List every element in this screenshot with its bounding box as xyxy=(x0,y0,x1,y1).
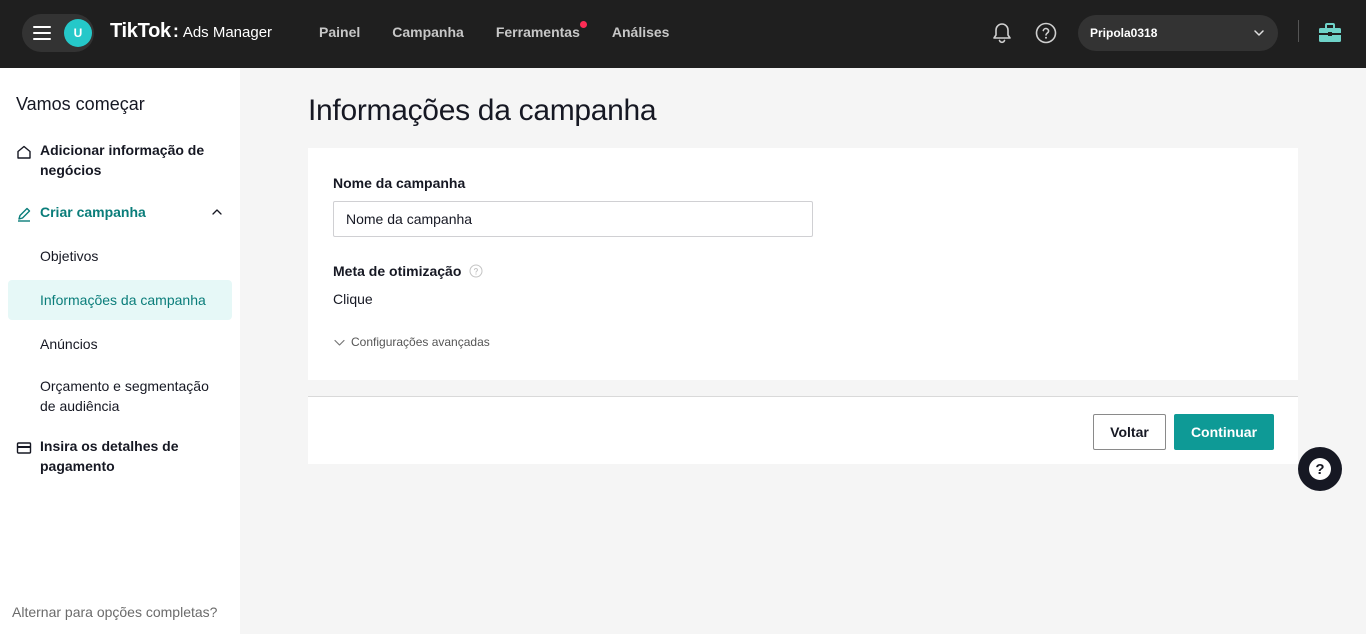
bell-icon[interactable] xyxy=(990,21,1014,45)
sidebar-step-business-info[interactable]: Adicionar informação de negócios xyxy=(16,140,226,180)
floating-help-button[interactable]: ? xyxy=(1298,447,1342,491)
divider xyxy=(1298,20,1299,42)
notification-dot xyxy=(579,21,587,28)
optimization-goal-label: Meta de otimização xyxy=(333,263,462,279)
main-nav: Painel Campanha Ferramentas Análises xyxy=(319,21,701,40)
campaign-info-card: Nome da campanha Meta de otimização Cliq… xyxy=(308,148,1298,380)
pencil-icon xyxy=(18,207,31,222)
card-icon xyxy=(16,442,32,454)
sidebar-step-label: Criar campanha xyxy=(40,204,146,220)
campaign-name-input[interactable] xyxy=(333,201,813,237)
sidebar-step-create-campaign[interactable]: Criar campanha xyxy=(16,202,226,222)
action-footer: Voltar Continuar xyxy=(308,396,1298,464)
page-title: Informações da campanha xyxy=(308,94,657,127)
sidebar-title: Vamos começar xyxy=(16,94,145,114)
chevron-down-icon xyxy=(334,339,345,346)
brand-product: Ads Manager xyxy=(182,24,273,41)
menu-icon[interactable] xyxy=(33,26,51,40)
brand-logo[interactable]: TikTok : Ads Manager xyxy=(110,20,272,43)
switch-full-options-link[interactable]: Alternar para opções completas? xyxy=(12,604,217,620)
nav-item-analises[interactable]: Análises xyxy=(612,24,670,40)
optimization-goal-value: Clique xyxy=(333,291,373,307)
chevron-up-icon[interactable] xyxy=(210,205,224,219)
brand-name: TikTok xyxy=(110,20,171,42)
chevron-down-icon xyxy=(1254,30,1264,36)
sidebar-substep-objectives[interactable]: Objetivos xyxy=(40,246,225,266)
sidebar-substep-ads[interactable]: Anúncios xyxy=(40,334,225,354)
sidebar-step-label: Insira os detalhes de pagamento xyxy=(40,438,179,474)
sidebar-step-payment[interactable]: Insira os detalhes de pagamento xyxy=(16,436,226,476)
sidebar: Vamos começar Adicionar informação de ne… xyxy=(0,68,240,634)
question-mark-icon[interactable] xyxy=(469,264,483,278)
advanced-settings-toggle[interactable]: Configurações avançadas xyxy=(333,335,490,349)
sidebar-substep-campaign-info[interactable]: Informações da campanha xyxy=(40,290,225,310)
nav-item-ferramentas[interactable]: Ferramentas xyxy=(495,21,587,40)
nav-item-ferramentas-label: Ferramentas xyxy=(495,24,580,40)
avatar[interactable]: U xyxy=(64,19,92,47)
nav-item-campanha[interactable]: Campanha xyxy=(392,24,464,40)
help-circle-icon[interactable] xyxy=(1034,21,1058,45)
continue-button[interactable]: Continuar xyxy=(1174,414,1274,450)
nav-item-painel[interactable]: Painel xyxy=(319,24,360,40)
sidebar-step-label: Adicionar informação de negócios xyxy=(40,142,205,178)
top-navigation-bar: U TikTok : Ads Manager Painel Campanha F… xyxy=(0,0,1366,68)
brand-separator: : xyxy=(172,21,179,41)
sidebar-substep-budget-targeting[interactable]: Orçamento e segmentação de audiência xyxy=(40,376,225,416)
back-button[interactable]: Voltar xyxy=(1093,414,1166,450)
menu-button[interactable]: U xyxy=(22,14,94,52)
account-selector[interactable]: Pripola0318 xyxy=(1078,15,1278,51)
account-name: Pripola0318 xyxy=(1090,26,1158,40)
briefcase-icon[interactable] xyxy=(1318,22,1342,44)
home-icon xyxy=(17,145,31,159)
campaign-name-label: Nome da campanha xyxy=(333,175,466,191)
question-mark-icon: ? xyxy=(1309,458,1331,480)
advanced-settings-label: Configurações avançadas xyxy=(351,335,490,349)
